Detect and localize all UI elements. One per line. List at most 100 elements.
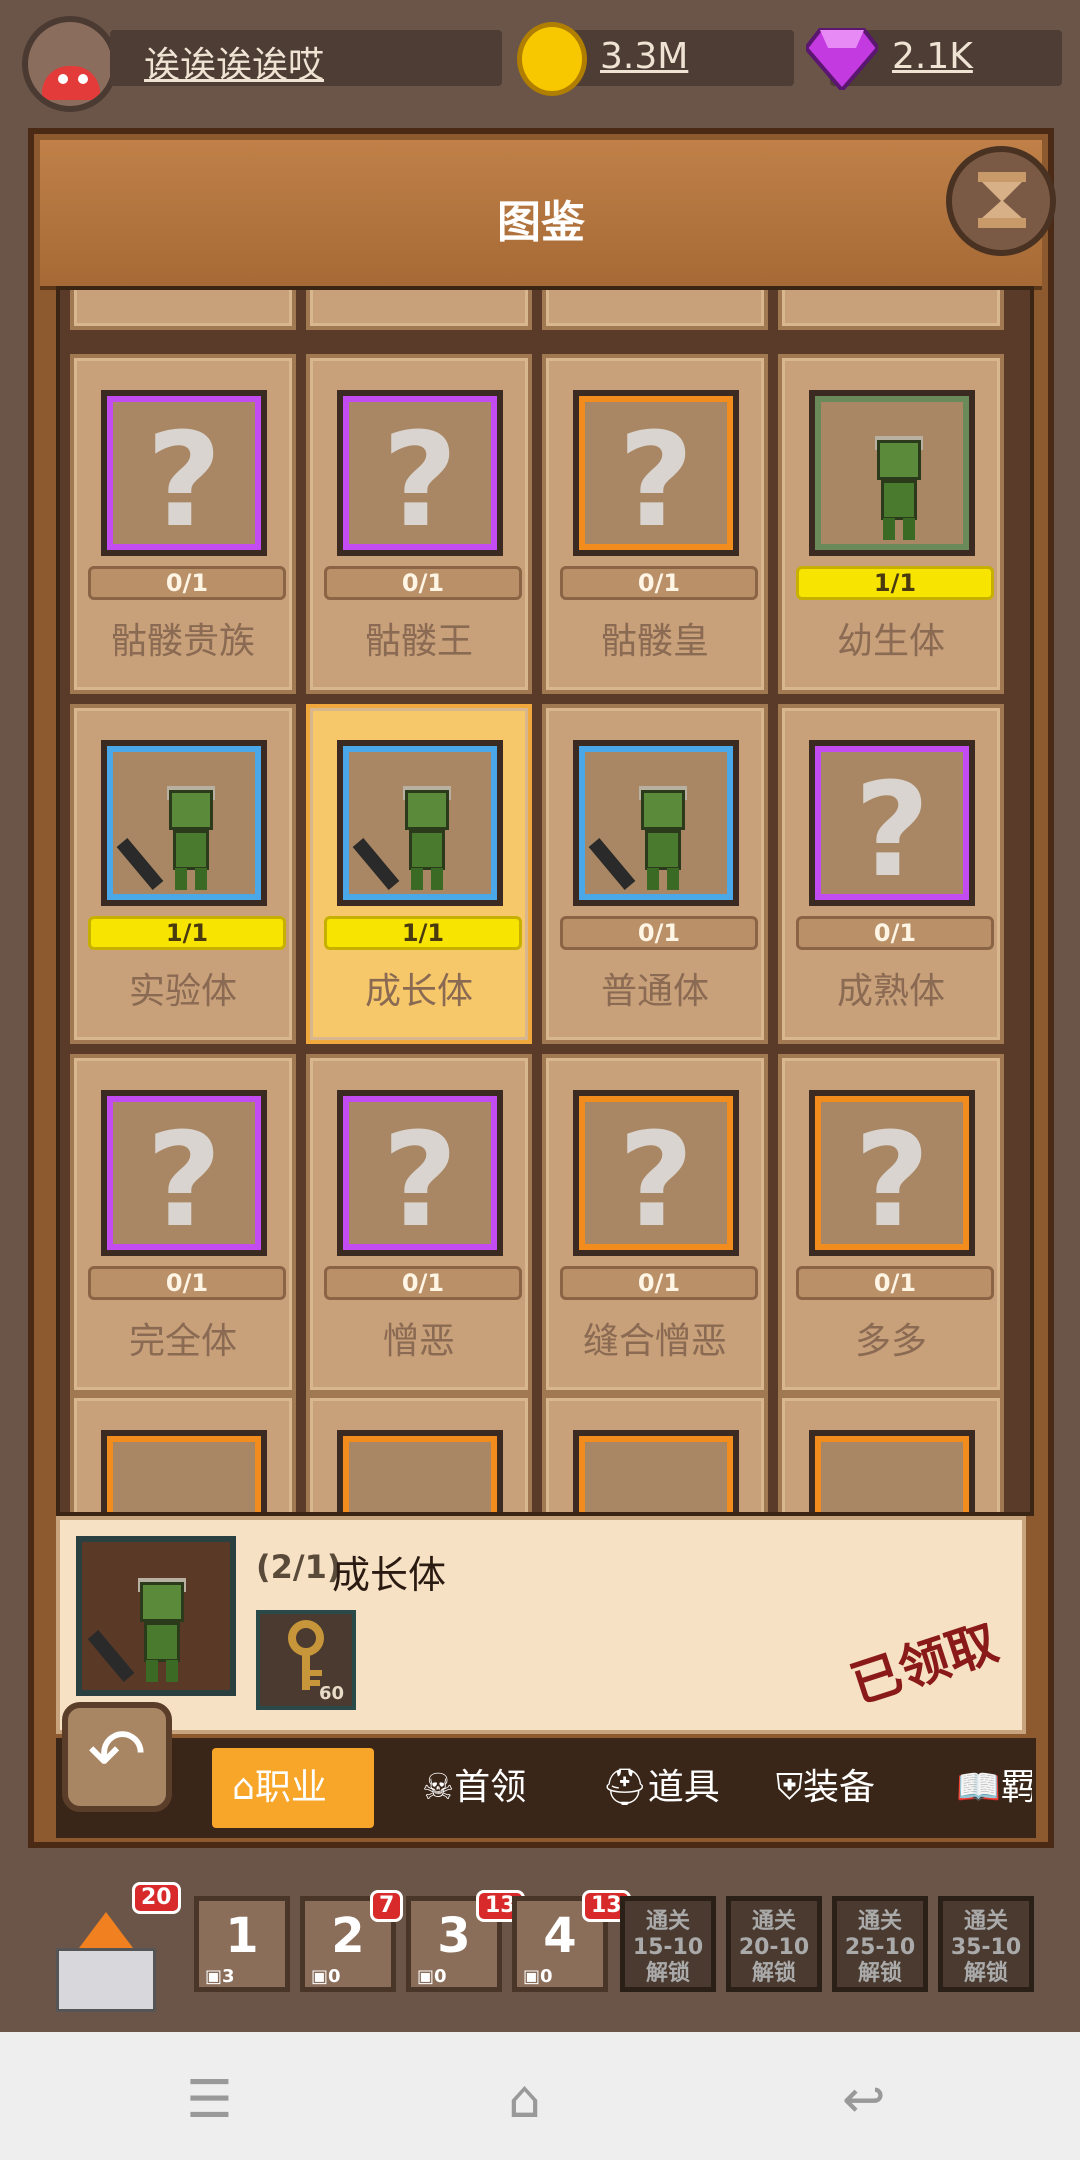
chest-count-value: 0 — [434, 1966, 447, 1987]
panel-header: 图鉴 — [40, 140, 1056, 290]
collection-card[interactable]: 0/1 普通体 — [542, 704, 768, 1044]
card-count-bar: 1/1 — [324, 916, 522, 950]
chest-icon: ▣ — [417, 1966, 435, 1987]
level-number: 1 — [225, 1908, 259, 1964]
helmet-icon: ⛑ — [602, 1767, 648, 1808]
detail-name: 成长体 — [332, 1553, 447, 1597]
tab-equipment[interactable]: ⛨装备 — [776, 1748, 875, 1828]
locked-level-button[interactable]: 通关 35-10 解锁 — [938, 1896, 1034, 1992]
question-mark-icon: ? — [618, 404, 694, 556]
question-mark-icon: ? — [382, 404, 458, 556]
tab-label: 首领 — [454, 1767, 527, 1808]
collection-card[interactable]: ? 0/1 多多 — [778, 1054, 1004, 1394]
zombie-icon — [352, 786, 459, 890]
category-tabs: ↶ ⌂职业 ☠首领 ⛑道具 ⛨装备 📖羁绊 — [56, 1702, 1036, 1838]
card-count-bar: 0/1 — [88, 1266, 286, 1300]
collection-card[interactable]: ? 0/1 憎恶 — [306, 1054, 532, 1394]
level-badge: 7 — [370, 1890, 404, 1922]
back-arrow-icon: ↶ — [87, 1713, 147, 1795]
player-name[interactable]: 诶诶诶诶哎 — [144, 36, 324, 88]
card-count-bar: 0/1 — [324, 1266, 522, 1300]
menu-icon[interactable]: ☰ — [186, 2070, 233, 2130]
level-bar: 20 1 ▣3 2 ▣0 7 3 ▣0 13 4 ▣0 13 通关 15-10 解锁 通关 20-10 解锁 通关… — [0, 1852, 1080, 2032]
top-bar: 诶诶诶诶哎 3.3M 2.1K — [0, 0, 1080, 125]
card-partial[interactable] — [778, 290, 1004, 330]
key-reward[interactable]: 60 — [256, 1610, 356, 1710]
card-partial[interactable] — [70, 1394, 296, 1512]
collection-card[interactable]: ? 0/1 缝合憎恶 — [542, 1054, 768, 1394]
zombie-portrait — [337, 740, 503, 906]
collection-card[interactable]: 1/1 成长体 — [306, 704, 532, 1044]
unknown-card-icon: ? — [573, 1090, 739, 1256]
gold-amount[interactable]: 3.3M — [600, 36, 688, 77]
card-count-bar: 0/1 — [560, 566, 758, 600]
card-name: 幼生体 — [836, 621, 945, 662]
tab-boss[interactable]: ☠首领 — [422, 1748, 526, 1828]
collection-grid[interactable]: ? 0/1 骷髅贵族? 0/1 骷髅王? 0/1 骷髅皇 1/1 幼生体 1/1 实验体 1/1 成长体… — [56, 286, 1034, 1516]
level-number: 4 — [543, 1908, 577, 1964]
shield-icon: ⛨ — [776, 1767, 804, 1808]
lock-text: 解锁 — [751, 1961, 796, 1986]
card-name: 骷髅皇 — [600, 621, 709, 662]
unknown-card-icon — [101, 1430, 267, 1512]
collection-card[interactable]: ? 0/1 成熟体 — [778, 704, 1004, 1044]
zombie-icon — [588, 786, 695, 890]
tab-bonds[interactable]: 📖羁绊 — [956, 1748, 1032, 1828]
card-name: 成长体 — [364, 971, 473, 1012]
card-count-bar: 0/1 — [88, 566, 286, 600]
chest-count: ▣3 — [205, 1967, 235, 1987]
collection-card[interactable]: ? 0/1 骷髅王 — [306, 354, 532, 694]
player-avatar[interactable] — [22, 16, 118, 112]
zombie-portrait — [809, 390, 975, 556]
card-name: 实验体 — [128, 971, 237, 1012]
locked-level-button[interactable]: 通关 15-10 解锁 — [620, 1896, 716, 1992]
card-partial[interactable] — [306, 1394, 532, 1512]
card-name: 完全体 — [128, 1321, 237, 1362]
card-partial[interactable] — [542, 290, 768, 330]
card-partial[interactable] — [306, 290, 532, 330]
card-name: 成熟体 — [836, 971, 945, 1012]
unknown-card-icon: ? — [337, 390, 503, 556]
question-mark-icon: ? — [146, 1104, 222, 1256]
collection-card[interactable]: 1/1 幼生体 — [778, 354, 1004, 694]
hourglass-help-button[interactable] — [946, 146, 1056, 256]
detail-count: (2/1) — [256, 1548, 342, 1586]
gem-amount[interactable]: 2.1K — [892, 36, 973, 77]
selected-creature-portrait — [76, 1536, 236, 1696]
card-partial[interactable] — [70, 290, 296, 330]
castle-level-badge: 20 — [132, 1882, 181, 1914]
unknown-card-icon: ? — [809, 1090, 975, 1256]
lock-text: 35-10 — [950, 1935, 1022, 1960]
chest-count-value: 0 — [328, 1966, 341, 1987]
collection-card[interactable]: ? 0/1 骷髅贵族 — [70, 354, 296, 694]
chest-count-value: 3 — [222, 1966, 235, 1987]
question-mark-icon: ? — [146, 404, 222, 556]
eye-icon — [78, 74, 88, 84]
level-button[interactable]: 1 ▣3 — [194, 1896, 290, 1992]
collection-card[interactable]: ? 0/1 完全体 — [70, 1054, 296, 1394]
collection-card[interactable]: 1/1 实验体 — [70, 704, 296, 1044]
lock-text: 通关 — [857, 1909, 902, 1934]
card-partial[interactable] — [542, 1394, 768, 1512]
tab-job[interactable]: ⌂职业 — [212, 1748, 374, 1828]
collection-card[interactable]: ? 0/1 骷髅皇 — [542, 354, 768, 694]
detail-panel: (2/1) 成长体 60 已领取 — [56, 1516, 1026, 1734]
locked-level-button[interactable]: 通关 20-10 解锁 — [726, 1896, 822, 1992]
key-count: 60 — [318, 1683, 344, 1704]
locked-level-button[interactable]: 通关 25-10 解锁 — [832, 1896, 928, 1992]
tab-items[interactable]: ⛑道具 — [602, 1748, 720, 1828]
back-icon[interactable]: ↩ — [842, 2070, 886, 2130]
card-count-bar: 1/1 — [796, 566, 994, 600]
chest-count: ▣0 — [311, 1967, 341, 1987]
card-partial[interactable] — [778, 1394, 1004, 1512]
home-icon[interactable]: ⌂ — [508, 2070, 541, 2130]
unknown-card-icon — [573, 1430, 739, 1512]
gold-coin-icon — [517, 22, 587, 96]
lock-text: 15-10 — [632, 1935, 704, 1960]
unknown-card-icon — [337, 1430, 503, 1512]
eye-icon — [58, 74, 68, 84]
back-button[interactable]: ↶ — [62, 1702, 172, 1812]
game-screen: 诶诶诶诶哎 3.3M 2.1K 图鉴 ? 0/1 骷髅贵族 ? 0/1 骷髅王 … — [0, 0, 1080, 2160]
card-count-bar: 0/1 — [796, 1266, 994, 1300]
unknown-card-icon: ? — [809, 740, 975, 906]
